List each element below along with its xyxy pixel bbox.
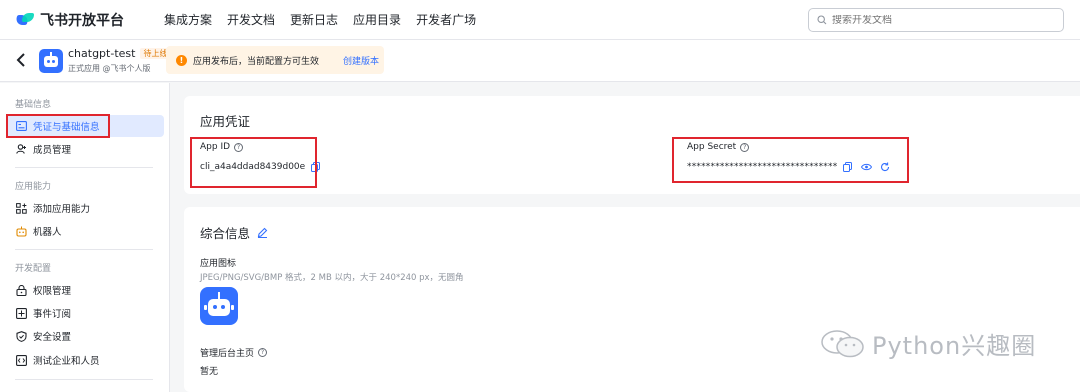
watermark-text: Python兴趣圈 bbox=[872, 332, 1037, 360]
publish-notice: ! 应用发布后，当前配置方可生效 创建版本 bbox=[166, 46, 384, 74]
app-large-icon[interactable] bbox=[200, 287, 238, 325]
edit-icon[interactable] bbox=[257, 227, 268, 238]
homepage-label: 管理后台主页 ? bbox=[200, 346, 268, 359]
sidebar-item-permissions[interactable]: 权限管理 bbox=[6, 279, 164, 301]
sidebar-item-label: 事件订阅 bbox=[33, 309, 72, 320]
sidebar-divider bbox=[15, 167, 153, 168]
user-add-icon bbox=[16, 144, 26, 154]
grid-add-icon bbox=[16, 202, 27, 214]
credentials-title: 应用凭证 bbox=[200, 114, 251, 129]
general-title: 综合信息 bbox=[200, 223, 268, 242]
nav-changelog[interactable]: 更新日志 bbox=[290, 11, 338, 28]
nav-app-directory[interactable]: 应用目录 bbox=[353, 11, 401, 28]
app-name: chatgpt-test bbox=[68, 47, 136, 60]
section-app-abilities: 应用能力 bbox=[15, 182, 52, 192]
search-box[interactable] bbox=[808, 8, 1064, 32]
app-subtitle: 正式应用 @飞书个人版 bbox=[68, 64, 151, 73]
section-basic-info: 基础信息 bbox=[15, 100, 52, 110]
nav-docs[interactable]: 开发文档 bbox=[227, 11, 275, 28]
icon-label: 应用图标 bbox=[200, 259, 237, 269]
app-avatar-icon bbox=[39, 49, 63, 73]
create-version-link[interactable]: 创建版本 bbox=[343, 54, 379, 67]
brand-name: 飞书开放平台 bbox=[40, 12, 124, 29]
feishu-logo-icon bbox=[14, 12, 34, 27]
section-dev-config: 开发配置 bbox=[15, 264, 52, 274]
shield-icon bbox=[16, 330, 27, 342]
sidebar-item-label: 添加应用能力 bbox=[33, 204, 91, 215]
homepage-value: 暂无 bbox=[200, 367, 219, 377]
sidebar-item-label: 权限管理 bbox=[33, 286, 72, 297]
robot-icon bbox=[16, 226, 27, 237]
app-header: chatgpt-test 待上线 正式应用 @飞书个人版 ! 应用发布后，当前配置… bbox=[0, 40, 1080, 82]
lock-icon bbox=[16, 284, 27, 296]
sidebar-item-add-ability[interactable]: 添加应用能力 bbox=[6, 197, 164, 219]
sidebar-item-label: 测试企业和人员 bbox=[33, 356, 100, 367]
sidebar-item-bot[interactable]: 机器人 bbox=[6, 220, 164, 242]
credentials-card: 应用凭证 App ID ? cli_a4a4ddad8439d00e App S… bbox=[184, 96, 1080, 194]
warning-icon: ! bbox=[176, 54, 187, 66]
help-icon[interactable]: ? bbox=[258, 348, 268, 357]
highlight-box-app-id bbox=[190, 137, 317, 188]
app-title: chatgpt-test 待上线 bbox=[68, 47, 171, 60]
highlight-box-app-secret bbox=[672, 137, 909, 183]
code-icon bbox=[16, 354, 27, 366]
sidebar-item-security[interactable]: 安全设置 bbox=[6, 325, 164, 347]
highlight-box-credentials bbox=[6, 114, 110, 138]
search-icon bbox=[817, 15, 827, 25]
icon-hint: JPEG/PNG/SVG/BMP 格式，2 MB 以内，大于 240*240 p… bbox=[200, 273, 464, 283]
nav-developer-plaza[interactable]: 开发者广场 bbox=[416, 11, 476, 28]
sidebar-item-members[interactable]: 成员管理 bbox=[6, 138, 164, 160]
sidebar-divider bbox=[15, 249, 153, 250]
back-arrow-icon[interactable] bbox=[14, 52, 28, 68]
wechat-logo-icon bbox=[821, 329, 864, 357]
brand-logo[interactable]: 飞书开放平台 bbox=[14, 10, 124, 30]
homepage-label-text: 管理后台主页 bbox=[200, 349, 255, 359]
sidebar-divider bbox=[15, 379, 153, 380]
top-nav: 飞书开放平台 集成方案 开发文档 更新日志 应用目录 开发者广场 bbox=[0, 0, 1080, 40]
sidebar-item-test-org[interactable]: 测试企业和人员 bbox=[6, 349, 164, 371]
general-title-text: 综合信息 bbox=[200, 226, 251, 241]
general-info-card: 综合信息 应用图标 JPEG/PNG/SVG/BMP 格式，2 MB 以内，大于… bbox=[184, 207, 1080, 392]
sidebar-item-label: 安全设置 bbox=[33, 332, 72, 343]
notice-text: 应用发布后，当前配置方可生效 bbox=[193, 56, 320, 67]
nav-solutions[interactable]: 集成方案 bbox=[164, 11, 212, 28]
sidebar-item-events[interactable]: 事件订阅 bbox=[6, 302, 164, 324]
sidebar-item-label: 机器人 bbox=[33, 227, 62, 238]
sidebar-item-label: 成员管理 bbox=[33, 145, 72, 156]
event-subscribe-icon bbox=[16, 307, 27, 319]
search-input[interactable] bbox=[832, 14, 1052, 26]
watermark: Python兴趣圈 bbox=[820, 326, 1036, 361]
